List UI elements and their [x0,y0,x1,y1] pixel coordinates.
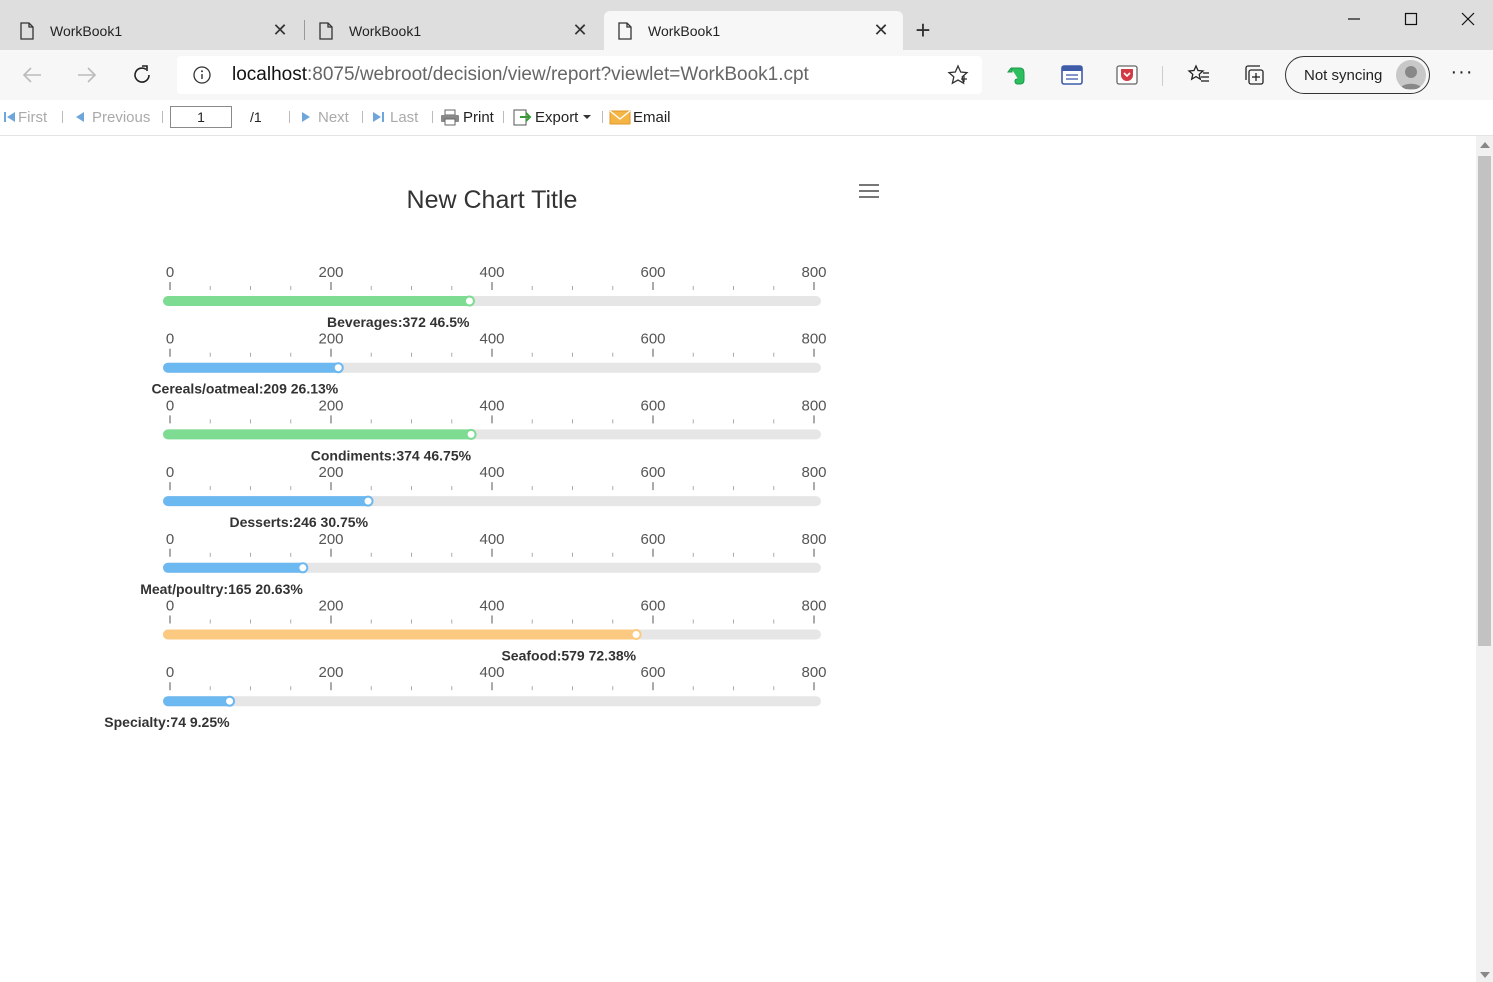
tick-label: 200 [318,397,343,414]
data-label: Seafood:579 72.38% [501,648,636,664]
tick-label: 800 [801,598,826,615]
data-label: Specialty:74 9.25% [104,714,230,730]
bar-end-marker [465,428,477,440]
tick-label: 0 [166,464,174,481]
tick-label: 600 [640,464,665,481]
tick-label: 200 [318,531,343,548]
bar-end-marker [362,495,374,507]
tick-label: 400 [479,464,504,481]
tick-label: 400 [479,664,504,681]
data-label: Cereals/oatmeal:209 26.13% [151,381,338,397]
tick-label: 0 [166,664,174,681]
vertical-scrollbar[interactable] [1476,136,1493,982]
tick-label: 800 [801,264,826,281]
scrollbar-thumb[interactable] [1478,156,1491,646]
tick-label: 0 [166,598,174,615]
tick-label: 600 [640,598,665,615]
tick-label: 200 [318,464,343,481]
tick-label: 800 [801,331,826,348]
tick-label: 0 [166,264,174,281]
bar-end-marker [332,362,344,374]
tick-label: 600 [640,264,665,281]
tick-label: 800 [801,464,826,481]
tick-label: 200 [318,331,343,348]
bar-end-marker [630,629,642,640]
tick-label: 200 [318,264,343,281]
bar-end-marker [463,295,475,307]
tick-label: 0 [166,331,174,348]
bar-end-marker [224,695,236,707]
tick-label: 600 [640,397,665,414]
data-label: Desserts:246 30.75% [229,514,368,530]
tick-label: 400 [479,397,504,414]
tick-label: 200 [318,598,343,615]
data-label: Beverages:372 46.5% [327,314,470,330]
data-label: Meat/poultry:165 20.63% [140,581,303,597]
data-label: Condiments:374 46.75% [311,447,472,463]
tick-label: 200 [318,664,343,681]
tick-label: 600 [640,531,665,548]
tick-label: 800 [801,531,826,548]
bar-end-marker [297,562,309,574]
tick-label: 0 [166,397,174,414]
tick-label: 600 [640,331,665,348]
scroll-down-icon[interactable] [1480,972,1490,978]
tick-label: 400 [479,531,504,548]
tick-label: 0 [166,531,174,548]
tick-label: 400 [479,331,504,348]
tick-label: 800 [801,397,826,414]
tick-label: 400 [479,598,504,615]
scroll-up-icon[interactable] [1480,142,1490,148]
tick-label: 400 [479,264,504,281]
gauge-chart: 0 200 400 600 800 Beverages:372 46.5% 0 200 400 6… [104,264,826,730]
tick-label: 800 [801,664,826,681]
tick-label: 600 [640,664,665,681]
